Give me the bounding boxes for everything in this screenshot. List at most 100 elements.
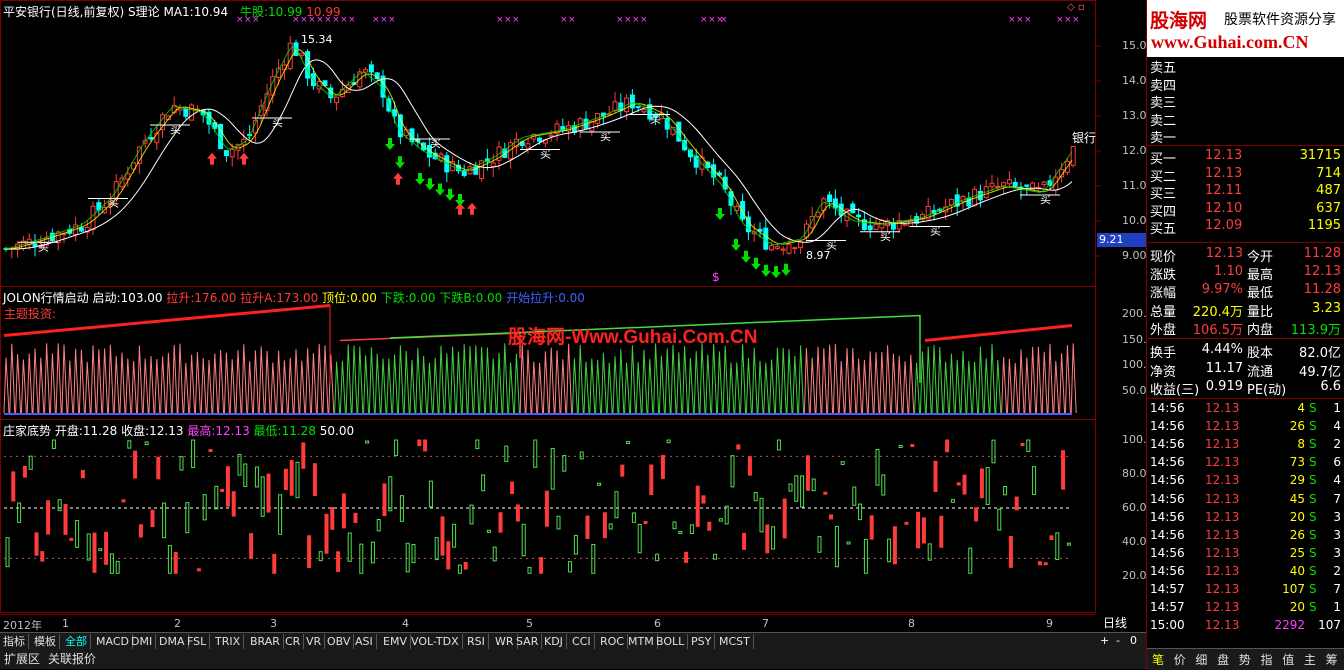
candle-body [148, 137, 154, 140]
tick-price: 12.13 [1205, 563, 1240, 578]
indicator-tab-kdj[interactable]: KDJ [541, 634, 567, 649]
peak-price-label: 15.34 [301, 33, 333, 46]
candle-body [189, 104, 195, 121]
indicator-tab-mcst[interactable]: MCST [716, 634, 754, 649]
indicator-tab-fsl[interactable]: FSL [184, 634, 211, 649]
logo-banner: 股海网 股票软件资源分享 www.Guhai.com.CN [1147, 0, 1344, 57]
candle-body [798, 241, 804, 249]
indicator-tab-obv[interactable]: OBV [324, 634, 355, 649]
indicator-tab-roc[interactable]: ROC [597, 634, 628, 649]
right-tab[interactable]: 势 [1239, 651, 1251, 668]
tick-count: 3 [1333, 545, 1341, 560]
indicator-tab-sar[interactable]: SAR [513, 634, 543, 649]
candle-body [548, 134, 554, 137]
candle-body [525, 143, 531, 149]
right-tab[interactable]: 笔 [1152, 651, 1164, 668]
zj-bar [133, 450, 138, 479]
indicator-tab-dmi[interactable]: DMI [128, 634, 157, 649]
zj-bar [869, 515, 874, 540]
indicator-tab-macd[interactable]: MACD [93, 634, 133, 649]
tick-price: 12.13 [1205, 401, 1240, 415]
indicator-tab-cci[interactable]: CCI [569, 634, 595, 649]
zj-bar [747, 456, 752, 476]
tick-side: S [1309, 600, 1317, 615]
tick-row: 14:56 12.13 25 S 3 [1147, 546, 1344, 564]
zoom-minus-button[interactable]: - [1116, 634, 1120, 647]
tick-side: S [1309, 437, 1317, 452]
month-label: 4 [402, 617, 409, 630]
candle-body [780, 248, 786, 251]
indicator-tab-模板[interactable]: 模板 [31, 634, 60, 649]
indicator-tab-psy[interactable]: PSY [688, 634, 716, 649]
tick-price: 12.13 [1205, 509, 1240, 524]
quote-label-1: 总量 [1150, 304, 1177, 320]
tick-volume: 20 [1289, 509, 1305, 524]
signal-x-marker: × [348, 15, 356, 25]
zj-bar [1049, 535, 1054, 541]
candle-body [902, 223, 908, 226]
tick-time: 15:00 [1150, 618, 1185, 633]
tick-volume: 26 [1289, 527, 1305, 542]
kline-chart-area[interactable]: × × × × × × × × × × × × × × × × × × × × × × × × × ×× × × × × × ×买买买买买买买… [0, 0, 1146, 632]
right-tab[interactable]: 筹 [1326, 651, 1338, 668]
indicator-tab-全部[interactable]: 全部 [62, 634, 91, 649]
zj-bar [1037, 561, 1042, 566]
signal-x-marker: × [700, 15, 708, 25]
window-controls[interactable]: ◇ ▫ [1067, 2, 1091, 16]
right-tab[interactable]: 价 [1174, 651, 1186, 668]
indicator-tab-boll[interactable]: BOLL [653, 634, 689, 649]
zj-bar [1008, 535, 1013, 568]
right-tab[interactable]: 盘 [1217, 651, 1229, 668]
theory-label: S理论 [128, 5, 160, 19]
indicator-tab-trix[interactable]: TRIX [212, 634, 245, 649]
tick-count: 3 [1333, 509, 1341, 524]
zj-bar [417, 439, 422, 447]
candle-body [635, 106, 641, 109]
signal-x-marker: × [388, 15, 396, 25]
tab-related-quotes[interactable]: 关联报价 [48, 650, 96, 669]
month-label: 5 [526, 617, 533, 630]
indicator-tab-asi[interactable]: ASI [352, 634, 377, 649]
candle-body [537, 137, 543, 142]
right-tab[interactable]: 细 [1195, 651, 1207, 668]
zoom-plus-button[interactable]: + [1100, 634, 1109, 647]
zj-bar [498, 512, 503, 533]
bid-volume: 714 [1316, 165, 1341, 181]
indicator-tab-指标[interactable]: 指标 [0, 634, 29, 649]
indicator-tab-cr[interactable]: CR [282, 634, 305, 649]
tab-extension[interactable]: 扩展区 [4, 650, 40, 669]
indicator-tab-brar[interactable]: BRAR [247, 634, 284, 649]
zj-bar [736, 444, 741, 450]
zj-bar [585, 515, 590, 539]
signal-x-marker: × [1056, 15, 1064, 25]
zj-low-value: 11.28 [281, 424, 316, 438]
tick-count: 107 [1318, 618, 1341, 633]
zj-bar [272, 553, 277, 574]
period-label[interactable]: 日线 [1103, 614, 1127, 631]
tick-price: 12.13 [1205, 582, 1240, 596]
tick-row: 14:56 12.13 73 S 6 [1147, 455, 1344, 473]
indicator-tab-rsi[interactable]: RSI [464, 634, 489, 649]
tick-side: S [1309, 491, 1317, 506]
candle-body [763, 227, 769, 250]
rise-label: 拉升: [166, 291, 195, 305]
bid-volume: 31715 [1299, 148, 1341, 163]
indicator-tab-emv[interactable]: EMV [380, 634, 411, 649]
indicator-tab-vr[interactable]: VR [303, 634, 326, 649]
right-tab[interactable]: 主 [1304, 651, 1316, 668]
indicator-tab-vol-tdx[interactable]: VOL-TDX [408, 634, 463, 649]
right-tab[interactable]: 值 [1282, 651, 1294, 668]
zj-bar [283, 468, 288, 491]
zj-bar [695, 485, 700, 527]
tick-price: 12.13 [1205, 618, 1240, 633]
bull-value-1: 10.99 [268, 5, 303, 19]
candle-body [363, 69, 369, 73]
tick-row: 14:57 12.13 107 S 7 [1147, 582, 1344, 600]
signal-x-marker: × [496, 15, 504, 25]
right-tab[interactable]: 指 [1261, 651, 1273, 668]
zj-bar [904, 521, 909, 525]
candle-body [856, 214, 862, 218]
signal-x-marker: × [1016, 15, 1024, 25]
tick-time: 14:56 [1150, 563, 1185, 578]
zj-bar [312, 463, 317, 496]
